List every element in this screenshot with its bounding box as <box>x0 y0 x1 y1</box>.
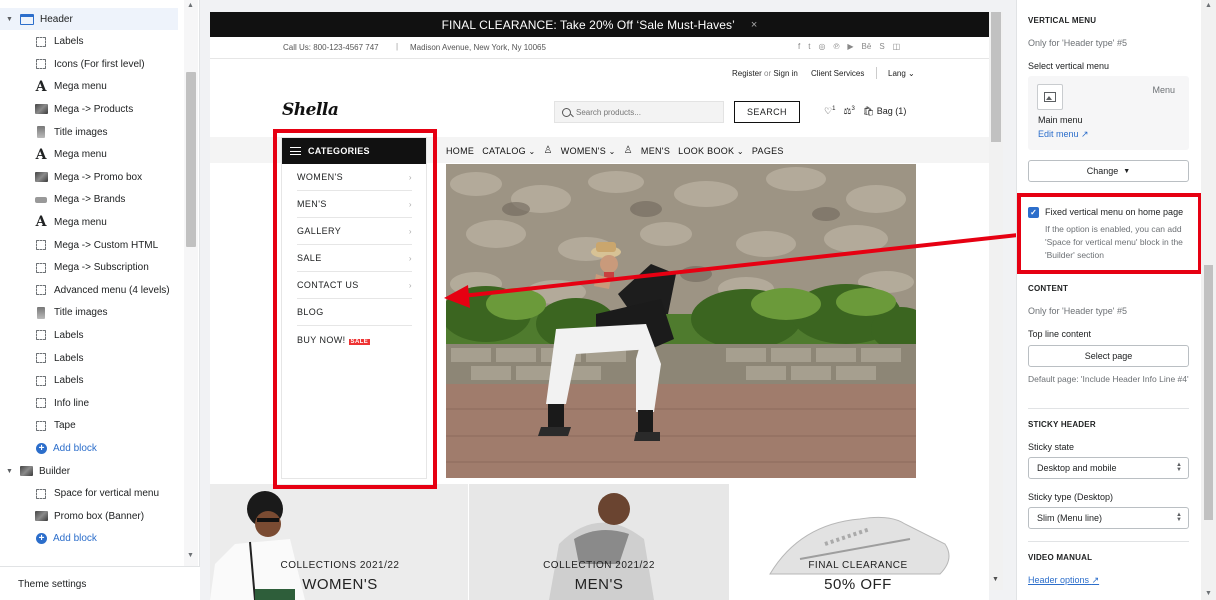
external-link-icon: ↗ <box>1081 129 1089 139</box>
settings-panel: VERTICAL MENU Only for 'Header type' #5 … <box>1016 0 1216 600</box>
only-for-type5-note-b: Only for 'Header type' #5 <box>1028 306 1127 316</box>
sticky-state-select[interactable]: Desktop and mobile ▲ ▼ <box>1028 457 1189 479</box>
only-for-type5-note: Only for 'Header type' #5 <box>1028 38 1127 48</box>
sticky-state-value: Desktop and mobile <box>1037 463 1117 473</box>
select-vertical-menu-label: Select vertical menu <box>1028 61 1110 71</box>
select-arrows-icon: ▲ ▼ <box>1176 462 1182 473</box>
menu-tag: Menu <box>1152 85 1175 95</box>
select-arrows-icon: ▲ ▼ <box>1176 512 1182 523</box>
sticky-type-value: Slim (Menu line) <box>1037 513 1103 523</box>
vertical-menu-heading: VERTICAL MENU <box>1028 16 1097 25</box>
content-heading: CONTENT <box>1028 284 1069 293</box>
sticky-type-label: Sticky type (Desktop) <box>1028 492 1114 502</box>
change-menu-button[interactable]: Change ▼ <box>1028 160 1189 182</box>
scroll-down-icon[interactable]: ▼ <box>1205 590 1212 597</box>
default-page-note: Default page: 'Include Header Info Line … <box>1028 374 1189 384</box>
change-button-label: Change <box>1086 166 1119 176</box>
sticky-state-label: Sticky state <box>1028 442 1075 452</box>
sticky-header-heading: STICKY HEADER <box>1028 420 1096 429</box>
section-divider <box>1028 541 1189 542</box>
settings-scrollbar[interactable]: ▲ ▼ <box>1201 0 1216 600</box>
section-divider <box>1028 408 1189 409</box>
scroll-up-icon[interactable]: ▲ <box>1205 2 1212 9</box>
header-options-label: Header options <box>1028 575 1090 585</box>
selected-menu-card: Menu Main menu Edit menu ↗ <box>1028 76 1189 150</box>
edit-menu-label: Edit menu <box>1038 129 1079 139</box>
caret-down-icon: ▼ <box>1123 167 1131 175</box>
settings-scroll-thumb[interactable] <box>1204 265 1213 520</box>
header-options-link[interactable]: Header options ↗ <box>1028 575 1099 586</box>
select-page-button[interactable]: Select page <box>1028 345 1189 367</box>
video-manual-heading: VIDEO MANUAL <box>1028 553 1093 562</box>
annotation-box-checkbox <box>1017 193 1202 274</box>
menu-name: Main menu <box>1038 115 1083 125</box>
image-icon <box>1044 92 1056 102</box>
edit-menu-link[interactable]: Edit menu ↗ <box>1038 129 1089 140</box>
menu-image-placeholder <box>1037 84 1063 110</box>
top-line-content-label: Top line content <box>1028 329 1092 339</box>
external-link-icon: ↗ <box>1091 575 1100 585</box>
sticky-type-select[interactable]: Slim (Menu line) ▲ ▼ <box>1028 507 1189 529</box>
